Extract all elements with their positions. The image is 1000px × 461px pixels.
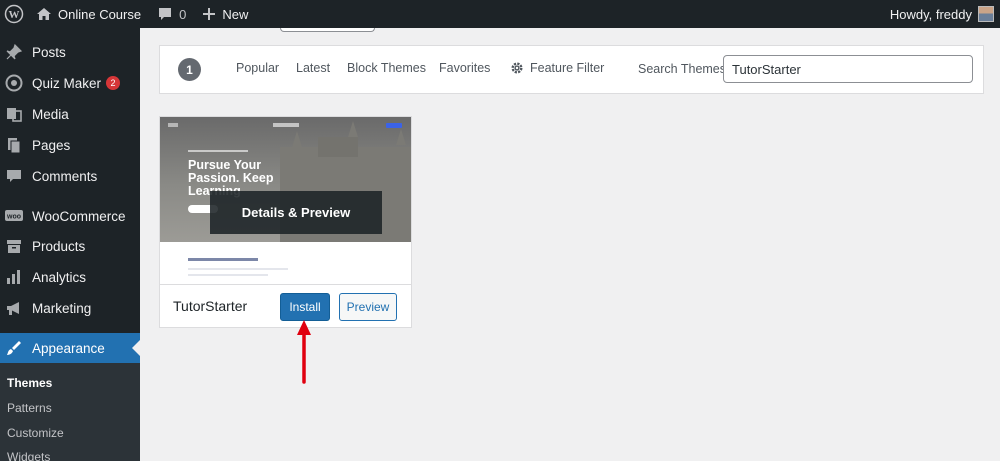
menu-item-media[interactable]: Media bbox=[0, 99, 140, 129]
menu-item-comments[interactable]: Comments bbox=[0, 161, 140, 191]
avatar bbox=[978, 6, 994, 22]
feature-filter-label: Feature Filter bbox=[530, 61, 605, 75]
menu-item-pages[interactable]: Pages bbox=[0, 130, 140, 160]
howdy-text: Howdy, freddy bbox=[889, 6, 972, 22]
details-preview-button[interactable]: Details & Preview bbox=[210, 191, 382, 234]
red-arrow-annotation bbox=[297, 320, 311, 384]
menu-item-quiz-maker[interactable]: Quiz Maker 2 bbox=[0, 68, 140, 98]
search-label: Search Themes bbox=[638, 62, 727, 76]
menu-label: Marketing bbox=[32, 300, 92, 316]
woo-icon: woo bbox=[4, 206, 24, 226]
feature-filter-button[interactable]: Feature Filter bbox=[510, 61, 604, 75]
admin-sidebar: Posts Quiz Maker 2 Media Pages Comments … bbox=[0, 28, 140, 461]
menu-item-marketing[interactable]: Marketing bbox=[0, 293, 140, 323]
tab-popular[interactable]: Popular bbox=[236, 61, 279, 75]
tab-favorites[interactable]: Favorites bbox=[439, 61, 490, 75]
new-content-link[interactable]: New bbox=[194, 0, 256, 28]
svg-text:woo: woo bbox=[6, 214, 21, 221]
install-button[interactable]: Install bbox=[280, 293, 330, 321]
comment-icon bbox=[4, 166, 24, 186]
megaphone-icon bbox=[4, 298, 24, 318]
chart-icon bbox=[4, 267, 24, 287]
menu-label: Products bbox=[32, 238, 86, 254]
site-name: Online Course bbox=[58, 6, 142, 22]
notification-badge: 2 bbox=[106, 76, 121, 90]
brush-icon bbox=[4, 338, 24, 358]
menu-label: Quiz Maker bbox=[32, 75, 102, 91]
menu-label: Appearance bbox=[32, 340, 105, 356]
submenu-widgets[interactable]: Widgets bbox=[7, 450, 50, 461]
submenu-themes[interactable]: Themes bbox=[7, 376, 52, 390]
preview-button[interactable]: Preview bbox=[339, 293, 397, 321]
menu-item-woocommerce[interactable]: woo WooCommerce bbox=[0, 201, 140, 231]
plus-icon bbox=[203, 8, 216, 20]
home-icon bbox=[37, 8, 51, 20]
new-label: New bbox=[222, 6, 249, 22]
submenu-customize[interactable]: Customize bbox=[7, 426, 64, 440]
theme-count: 1 bbox=[178, 58, 201, 81]
search-themes-input[interactable] bbox=[723, 55, 973, 83]
comment-icon bbox=[159, 8, 172, 20]
upload-field-edge bbox=[280, 28, 375, 32]
comments-count: 0 bbox=[179, 6, 187, 22]
admin-bar: W Online Course 0 New Howdy, freddy bbox=[0, 0, 1000, 28]
menu-label: Pages bbox=[32, 137, 71, 153]
tab-latest[interactable]: Latest bbox=[296, 61, 330, 75]
submenu-patterns[interactable]: Patterns bbox=[7, 401, 52, 415]
preview-lower-section bbox=[160, 242, 411, 284]
theme-name: TutorStarter bbox=[173, 298, 248, 314]
theme-card-footer: TutorStarter Install Preview bbox=[160, 284, 411, 327]
menu-label: Analytics bbox=[32, 269, 87, 285]
pages-icon bbox=[4, 135, 24, 155]
site-name-link[interactable]: Online Course bbox=[28, 0, 149, 28]
archive-icon bbox=[4, 236, 24, 256]
svg-text:W: W bbox=[9, 9, 20, 21]
preview-nav bbox=[168, 123, 404, 128]
menu-label: WooCommerce bbox=[32, 208, 126, 224]
comments-link[interactable]: 0 bbox=[149, 0, 194, 28]
menu-label: Posts bbox=[32, 44, 66, 60]
menu-item-posts[interactable]: Posts bbox=[0, 37, 140, 67]
pin-icon bbox=[4, 42, 24, 62]
menu-label: Media bbox=[32, 106, 69, 122]
gear-icon bbox=[511, 62, 523, 74]
appearance-submenu: Themes Patterns Customize Widgets bbox=[0, 363, 140, 461]
theme-card[interactable]: Pursue Your Passion. Keep Learning Detai… bbox=[159, 116, 412, 328]
menu-item-analytics[interactable]: Analytics bbox=[0, 262, 140, 292]
menu-item-appearance[interactable]: Appearance bbox=[0, 333, 140, 363]
wordpress-logo-icon[interactable]: W bbox=[0, 0, 28, 28]
media-icon bbox=[4, 104, 24, 124]
menu-label: Comments bbox=[32, 168, 98, 184]
tab-block-themes[interactable]: Block Themes bbox=[347, 61, 426, 75]
my-account-link[interactable]: Howdy, freddy bbox=[882, 0, 1000, 28]
menu-item-products[interactable]: Products bbox=[0, 231, 140, 261]
quiz-icon bbox=[4, 73, 24, 93]
